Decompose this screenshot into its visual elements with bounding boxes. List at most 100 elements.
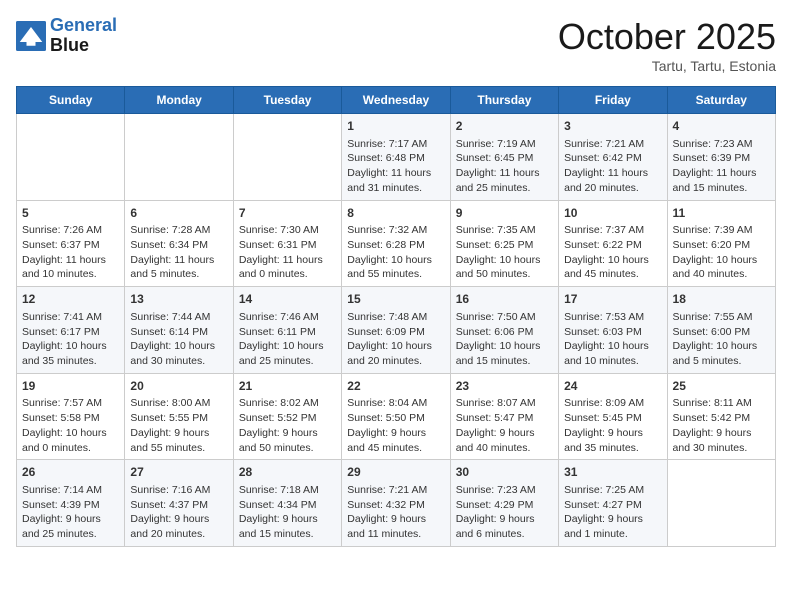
day-info: Sunrise: 7:57 AM Sunset: 5:58 PM Dayligh… — [22, 396, 119, 455]
day-info: Sunrise: 7:21 AM Sunset: 4:32 PM Dayligh… — [347, 483, 444, 542]
day-number: 26 — [22, 464, 119, 481]
day-info: Sunrise: 8:09 AM Sunset: 5:45 PM Dayligh… — [564, 396, 661, 455]
logo-text: General Blue — [50, 16, 117, 56]
calendar-cell: 25Sunrise: 8:11 AM Sunset: 5:42 PM Dayli… — [667, 373, 775, 460]
logo-icon — [16, 21, 46, 51]
day-number: 22 — [347, 378, 444, 395]
calendar-cell: 6Sunrise: 7:28 AM Sunset: 6:34 PM Daylig… — [125, 200, 233, 287]
day-number: 25 — [673, 378, 770, 395]
day-info: Sunrise: 8:00 AM Sunset: 5:55 PM Dayligh… — [130, 396, 227, 455]
day-number: 4 — [673, 118, 770, 135]
calendar-cell: 7Sunrise: 7:30 AM Sunset: 6:31 PM Daylig… — [233, 200, 341, 287]
day-header: Tuesday — [233, 87, 341, 114]
calendar-cell: 1Sunrise: 7:17 AM Sunset: 6:48 PM Daylig… — [342, 114, 450, 201]
day-number: 31 — [564, 464, 661, 481]
day-info: Sunrise: 7:50 AM Sunset: 6:06 PM Dayligh… — [456, 310, 553, 369]
calendar-cell: 18 Sunrise: 7:55 AM Sunset: 6:00 PM Dayli… — [667, 287, 775, 374]
page-header: General Blue October 2025 Tartu, Tartu, … — [16, 16, 776, 74]
calendar-week: 1Sunrise: 7:17 AM Sunset: 6:48 PM Daylig… — [17, 114, 776, 201]
calendar-cell: 26 Sunrise: 7:14 AM Sunset: 4:39 PM Dayli… — [17, 460, 125, 547]
title-block: October 2025 Tartu, Tartu, Estonia — [558, 16, 776, 74]
day-number: 28 — [239, 464, 336, 481]
calendar-cell: 5Sunrise: 7:26 AM Sunset: 6:37 PM Daylig… — [17, 200, 125, 287]
day-info: Sunrise: 7:41 AM Sunset: 6:17 PM Dayligh… — [22, 310, 119, 369]
calendar-cell: 11Sunrise: 7:39 AM Sunset: 6:20 PM Dayli… — [667, 200, 775, 287]
day-header: Sunday — [17, 87, 125, 114]
calendar-cell: 13 Sunrise: 7:44 AM Sunset: 6:14 PM Dayli… — [125, 287, 233, 374]
day-number: 2 — [456, 118, 553, 135]
calendar-cell: 16 Sunrise: 7:50 AM Sunset: 6:06 PM Dayli… — [450, 287, 558, 374]
calendar-cell: 19Sunrise: 7:57 AM Sunset: 5:58 PM Dayli… — [17, 373, 125, 460]
calendar-cell: 15Sunrise: 7:48 AM Sunset: 6:09 PM Dayli… — [342, 287, 450, 374]
day-info: Sunrise: 7:35 AM Sunset: 6:25 PM Dayligh… — [456, 223, 553, 282]
day-number: 13 — [130, 291, 227, 308]
day-info: Sunrise: 7:28 AM Sunset: 6:34 PM Dayligh… — [130, 223, 227, 282]
calendar-cell — [667, 460, 775, 547]
day-info: Sunrise: 8:11 AM Sunset: 5:42 PM Dayligh… — [673, 396, 770, 455]
day-info: Sunrise: 7:18 AM Sunset: 4:34 PM Dayligh… — [239, 483, 336, 542]
day-info: Sunrise: 7:37 AM Sunset: 6:22 PM Dayligh… — [564, 223, 661, 282]
day-info: Sunrise: 8:07 AM Sunset: 5:47 PM Dayligh… — [456, 396, 553, 455]
day-info: Sunrise: 7:44 AM Sunset: 6:14 PM Dayligh… — [130, 310, 227, 369]
day-info: Sunrise: 8:02 AM Sunset: 5:52 PM Dayligh… — [239, 396, 336, 455]
calendar-cell: 23Sunrise: 8:07 AM Sunset: 5:47 PM Dayli… — [450, 373, 558, 460]
calendar-cell: 4 Sunrise: 7:23 AM Sunset: 6:39 PM Daylig… — [667, 114, 775, 201]
day-number: 16 — [456, 291, 553, 308]
day-number: 24 — [564, 378, 661, 395]
day-number: 10 — [564, 205, 661, 222]
calendar-cell: 22Sunrise: 8:04 AM Sunset: 5:50 PM Dayli… — [342, 373, 450, 460]
day-number: 23 — [456, 378, 553, 395]
day-header: Saturday — [667, 87, 775, 114]
day-number: 18 — [673, 291, 770, 308]
calendar-week: 26 Sunrise: 7:14 AM Sunset: 4:39 PM Dayli… — [17, 460, 776, 547]
calendar-cell: 3Sunrise: 7:21 AM Sunset: 6:42 PM Daylig… — [559, 114, 667, 201]
calendar-table: SundayMondayTuesdayWednesdayThursdayFrid… — [16, 86, 776, 547]
calendar-cell: 21Sunrise: 8:02 AM Sunset: 5:52 PM Dayli… — [233, 373, 341, 460]
calendar-cell: 17Sunrise: 7:53 AM Sunset: 6:03 PM Dayli… — [559, 287, 667, 374]
day-info: Sunrise: 7:16 AM Sunset: 4:37 PM Dayligh… — [130, 483, 227, 542]
day-number: 21 — [239, 378, 336, 395]
day-info: Sunrise: 7:32 AM Sunset: 6:28 PM Dayligh… — [347, 223, 444, 282]
day-number: 11 — [673, 205, 770, 222]
calendar-cell: 8Sunrise: 7:32 AM Sunset: 6:28 PM Daylig… — [342, 200, 450, 287]
calendar-cell: 31Sunrise: 7:25 AM Sunset: 4:27 PM Dayli… — [559, 460, 667, 547]
day-number: 9 — [456, 205, 553, 222]
day-info: Sunrise: 7:39 AM Sunset: 6:20 PM Dayligh… — [673, 223, 770, 282]
day-number: 12 — [22, 291, 119, 308]
calendar-cell: 30 Sunrise: 7:23 AM Sunset: 4:29 PM Dayli… — [450, 460, 558, 547]
day-number: 27 — [130, 464, 227, 481]
day-header: Friday — [559, 87, 667, 114]
calendar-cell: 12 Sunrise: 7:41 AM Sunset: 6:17 PM Dayli… — [17, 287, 125, 374]
calendar-week: 5Sunrise: 7:26 AM Sunset: 6:37 PM Daylig… — [17, 200, 776, 287]
day-number: 5 — [22, 205, 119, 222]
day-number: 14 — [239, 291, 336, 308]
day-header: Thursday — [450, 87, 558, 114]
day-info: Sunrise: 7:23 AM Sunset: 6:39 PM Dayligh… — [673, 137, 770, 196]
day-info: Sunrise: 7:14 AM Sunset: 4:39 PM Dayligh… — [22, 483, 119, 542]
day-info: Sunrise: 7:21 AM Sunset: 6:42 PM Dayligh… — [564, 137, 661, 196]
day-number: 8 — [347, 205, 444, 222]
day-number: 30 — [456, 464, 553, 481]
calendar-header: SundayMondayTuesdayWednesdayThursdayFrid… — [17, 87, 776, 114]
calendar-cell: 27 Sunrise: 7:16 AM Sunset: 4:37 PM Dayli… — [125, 460, 233, 547]
calendar-week: 12 Sunrise: 7:41 AM Sunset: 6:17 PM Dayli… — [17, 287, 776, 374]
calendar-body: 1Sunrise: 7:17 AM Sunset: 6:48 PM Daylig… — [17, 114, 776, 547]
page-title: October 2025 — [558, 16, 776, 58]
day-number: 7 — [239, 205, 336, 222]
calendar-cell: 2 Sunrise: 7:19 AM Sunset: 6:45 PM Daylig… — [450, 114, 558, 201]
page-subtitle: Tartu, Tartu, Estonia — [558, 58, 776, 74]
calendar-cell — [233, 114, 341, 201]
calendar-cell — [17, 114, 125, 201]
day-info: Sunrise: 7:30 AM Sunset: 6:31 PM Dayligh… — [239, 223, 336, 282]
day-info: Sunrise: 7:19 AM Sunset: 6:45 PM Dayligh… — [456, 137, 553, 196]
day-info: Sunrise: 7:48 AM Sunset: 6:09 PM Dayligh… — [347, 310, 444, 369]
calendar-cell: 29 Sunrise: 7:21 AM Sunset: 4:32 PM Dayli… — [342, 460, 450, 547]
calendar-cell: 24Sunrise: 8:09 AM Sunset: 5:45 PM Dayli… — [559, 373, 667, 460]
day-number: 1 — [347, 118, 444, 135]
day-info: Sunrise: 7:55 AM Sunset: 6:00 PM Dayligh… — [673, 310, 770, 369]
calendar-cell: 9Sunrise: 7:35 AM Sunset: 6:25 PM Daylig… — [450, 200, 558, 287]
day-number: 29 — [347, 464, 444, 481]
calendar-cell: 14Sunrise: 7:46 AM Sunset: 6:11 PM Dayli… — [233, 287, 341, 374]
day-info: Sunrise: 7:23 AM Sunset: 4:29 PM Dayligh… — [456, 483, 553, 542]
calendar-week: 19Sunrise: 7:57 AM Sunset: 5:58 PM Dayli… — [17, 373, 776, 460]
